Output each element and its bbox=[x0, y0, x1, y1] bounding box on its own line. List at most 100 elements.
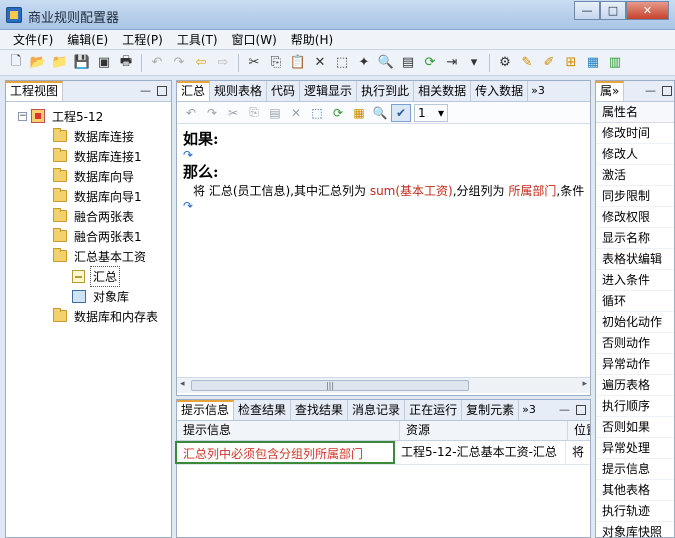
scroll-thumb[interactable]: ||| bbox=[191, 380, 469, 391]
tree-root[interactable]: − 工程5-12 bbox=[6, 106, 171, 126]
rule-action[interactable]: 将 汇总(员工信息),其中汇总列为 sum(基本工资),分组列为 所属部门,条件 bbox=[183, 182, 590, 200]
property-item[interactable]: 遍历表格 bbox=[596, 375, 674, 396]
edit-icon[interactable]: ✐ bbox=[539, 53, 559, 73]
tab-properties[interactable]: 属» bbox=[596, 81, 625, 101]
menu-edit[interactable]: 编辑(E) bbox=[60, 30, 115, 50]
chart-icon[interactable]: ▥ bbox=[605, 53, 625, 73]
close-button[interactable]: ✕ bbox=[626, 1, 669, 20]
save-icon[interactable]: 💾 bbox=[72, 53, 92, 73]
tree-item[interactable]: 数据库向导 bbox=[6, 166, 171, 186]
search-doc-icon[interactable]: 🔍 bbox=[370, 104, 390, 122]
pin-icon[interactable]: — bbox=[559, 403, 570, 417]
tab-rule-table[interactable]: 规则表格 bbox=[210, 81, 268, 101]
property-item[interactable]: 修改权限 bbox=[596, 207, 674, 228]
refresh-icon[interactable]: ⟳ bbox=[420, 53, 440, 73]
editor-scrollbar[interactable]: ◂ ||| ▸ bbox=[177, 377, 590, 393]
col-header-resource[interactable]: 资源 bbox=[400, 421, 568, 440]
tree-item[interactable]: 数据库连接 bbox=[6, 126, 171, 146]
back-arrow-icon[interactable]: ⇦ bbox=[191, 53, 211, 73]
col-header-position[interactable]: 位置 bbox=[568, 421, 590, 440]
hint-resource[interactable]: 工程5-12-汇总基本工资-汇总 bbox=[395, 441, 566, 464]
rule-editor[interactable]: 如果: ↷ 那么: 将 汇总(员工信息),其中汇总列为 sum(基本工资),分组… bbox=[177, 124, 590, 214]
property-item[interactable]: 否则动作 bbox=[596, 333, 674, 354]
tree-item[interactable]: 数据库向导1 bbox=[6, 186, 171, 206]
tab-hints[interactable]: 提示信息 bbox=[177, 400, 235, 420]
redo-icon[interactable]: ↷ bbox=[202, 104, 222, 122]
insert-arrow-icon[interactable]: ↷ bbox=[183, 200, 590, 214]
check-icon[interactable]: ✔ bbox=[391, 103, 411, 122]
magic-icon[interactable]: ✦ bbox=[354, 53, 374, 73]
tab-run-to-here[interactable]: 执行到此 bbox=[357, 81, 415, 101]
tab-overflow[interactable]: »3 bbox=[528, 81, 548, 101]
scroll-left-icon[interactable]: ◂ bbox=[180, 379, 185, 389]
property-item[interactable]: 循环 bbox=[596, 291, 674, 312]
property-item[interactable]: 提示信息 bbox=[596, 459, 674, 480]
tree-item[interactable]: 数据库连接1 bbox=[6, 146, 171, 166]
menu-project[interactable]: 工程(P) bbox=[115, 30, 170, 50]
property-item[interactable]: 修改时间 bbox=[596, 123, 674, 144]
tab-project-view[interactable]: 工程视图 bbox=[6, 81, 64, 101]
rule-sum-field[interactable]: sum(基本工资) bbox=[370, 184, 453, 198]
tree-item[interactable]: 数据库和内存表 bbox=[6, 306, 171, 326]
tab-input-data[interactable]: 传入数据 bbox=[471, 81, 529, 101]
tree-item[interactable]: 汇总基本工资 bbox=[6, 246, 171, 266]
delete-icon[interactable]: ✕ bbox=[310, 53, 330, 73]
folder-add-icon[interactable]: ⊞ bbox=[561, 53, 581, 73]
maximize-panel-icon[interactable] bbox=[662, 86, 672, 96]
tab-logic-view[interactable]: 逻辑显示 bbox=[300, 81, 358, 101]
menu-tools[interactable]: 工具(T) bbox=[170, 30, 225, 50]
select-icon[interactable]: ⬚ bbox=[307, 104, 327, 122]
cut-icon[interactable]: ✂ bbox=[244, 53, 264, 73]
maximize-button[interactable]: □ bbox=[600, 1, 626, 20]
tab-summary[interactable]: 汇总 bbox=[177, 81, 211, 101]
table-row[interactable]: 汇总列中必须包含分组列所属部门 工程5-12-汇总基本工资-汇总 将 bbox=[175, 441, 590, 465]
col-header-message[interactable]: 提示信息 bbox=[177, 421, 400, 440]
run-icon[interactable]: ⚙ bbox=[495, 53, 515, 73]
open-folder-icon[interactable]: 📂 bbox=[28, 53, 48, 73]
property-item[interactable]: 否则如果 bbox=[596, 417, 674, 438]
property-item[interactable]: 异常动作 bbox=[596, 354, 674, 375]
redo-icon[interactable]: ↷ bbox=[169, 53, 189, 73]
tab-copy-element[interactable]: 复制元素 bbox=[462, 400, 520, 420]
new-file-icon[interactable]: 🗋 bbox=[6, 53, 26, 73]
property-item[interactable]: 进入条件 bbox=[596, 270, 674, 291]
maximize-panel-icon[interactable] bbox=[157, 86, 167, 96]
indent-icon[interactable]: ⇥ bbox=[442, 53, 462, 73]
menu-window[interactable]: 窗口(W) bbox=[225, 30, 284, 50]
scroll-right-icon[interactable]: ▸ bbox=[582, 379, 587, 389]
level-combo[interactable]: 1 ▾ bbox=[414, 103, 448, 122]
copy-icon[interactable]: ⎘ bbox=[244, 104, 264, 122]
property-item[interactable]: 对象库快照 bbox=[596, 522, 674, 538]
forward-arrow-icon[interactable]: ⇨ bbox=[213, 53, 233, 73]
property-item[interactable]: 执行轨迹 bbox=[596, 501, 674, 522]
undo-icon[interactable]: ↶ bbox=[147, 53, 167, 73]
property-item[interactable]: 其他表格 bbox=[596, 480, 674, 501]
rule-group-field[interactable]: 所属部门 bbox=[508, 184, 556, 198]
menu-help[interactable]: 帮助(H) bbox=[284, 30, 340, 50]
pin-icon[interactable]: — bbox=[140, 84, 151, 98]
print-icon[interactable]: 🖶 bbox=[116, 53, 136, 73]
undo-icon[interactable]: ↶ bbox=[181, 104, 201, 122]
insert-arrow-icon[interactable]: ↷ bbox=[183, 149, 590, 163]
data-icon[interactable]: ▦ bbox=[583, 53, 603, 73]
tab-check-results[interactable]: 检查结果 bbox=[234, 400, 292, 420]
find-icon[interactable]: 🔍 bbox=[376, 53, 396, 73]
tab-related-data[interactable]: 相关数据 bbox=[414, 81, 472, 101]
property-item[interactable]: 激活 bbox=[596, 165, 674, 186]
properties-icon[interactable]: ▤ bbox=[398, 53, 418, 73]
config-icon[interactable]: ✎ bbox=[517, 53, 537, 73]
tab-message-log[interactable]: 消息记录 bbox=[348, 400, 406, 420]
refresh-icon[interactable]: ⟳ bbox=[328, 104, 348, 122]
pin-icon[interactable]: — bbox=[645, 84, 656, 98]
tree-item[interactable]: 融合两张表1 bbox=[6, 226, 171, 246]
tree-item[interactable]: 融合两张表 bbox=[6, 206, 171, 226]
tab-code[interactable]: 代码 bbox=[267, 81, 301, 101]
maximize-panel-icon[interactable] bbox=[576, 405, 586, 415]
property-item[interactable]: 修改人 bbox=[596, 144, 674, 165]
property-item[interactable]: 显示名称 bbox=[596, 228, 674, 249]
cut-icon[interactable]: ✂ bbox=[223, 104, 243, 122]
property-item[interactable]: 初始化动作 bbox=[596, 312, 674, 333]
save-all-icon[interactable]: ▣ bbox=[94, 53, 114, 73]
minimize-button[interactable]: — bbox=[574, 1, 600, 20]
property-item[interactable]: 同步限制 bbox=[596, 186, 674, 207]
